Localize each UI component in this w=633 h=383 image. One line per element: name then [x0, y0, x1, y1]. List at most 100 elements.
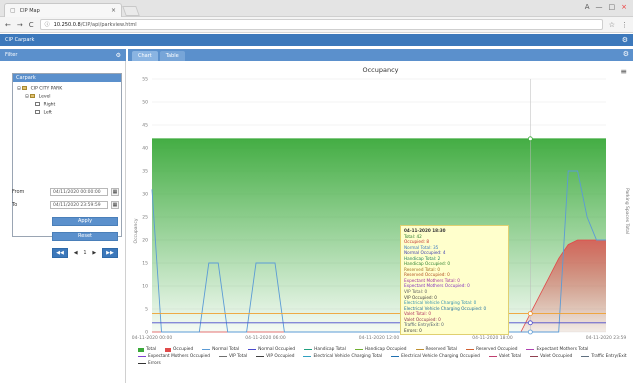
- left-panel: Carpark ⊟ CIP CITY PARK ⊟ Level Right Le…: [0, 61, 126, 383]
- legend-item[interactable]: Handicap Total: [304, 347, 346, 352]
- collapse-icon[interactable]: ⊟: [25, 95, 29, 100]
- legend-item[interactable]: Traffic Entry/Exit: [581, 354, 627, 359]
- y-tick-label: 40: [142, 146, 148, 152]
- reload-icon[interactable]: C: [29, 21, 34, 29]
- url-host: 10.250.0.8: [53, 21, 81, 28]
- hover-marker[interactable]: [527, 136, 533, 142]
- legend-item[interactable]: Electrical Vehicle Charging Total: [303, 354, 382, 359]
- legend-item[interactable]: Errors: [138, 361, 161, 366]
- legend-label: Normal Occupied: [258, 347, 296, 352]
- tree-item-label: Left: [43, 110, 52, 116]
- first-page-button[interactable]: ◀◀: [52, 247, 68, 258]
- address-actions: ☆ ⋮: [609, 21, 628, 29]
- menu-dots-icon[interactable]: ⋮: [621, 21, 628, 29]
- legend-label: Total: [146, 347, 157, 352]
- tree-item-root[interactable]: ⊟ CIP CITY PARK: [17, 86, 62, 92]
- legend-item[interactable]: Valet Occupied: [530, 354, 572, 359]
- legend-item[interactable]: Occupied: [165, 347, 193, 352]
- legend-label: Handicap Occupied: [364, 347, 407, 352]
- y-tick-label: 55: [142, 77, 148, 83]
- page-number: 1: [83, 249, 87, 256]
- tree-item-label: Right: [43, 102, 56, 108]
- legend-item[interactable]: VIP Occupied: [256, 354, 294, 359]
- tab-table[interactable]: Table: [159, 51, 185, 61]
- collapse-icon[interactable]: ⊟: [17, 87, 21, 92]
- legend-swatch: [138, 356, 146, 357]
- legend-item[interactable]: Normal Total: [202, 347, 239, 352]
- legend-item[interactable]: Expectant Mothers Total: [526, 347, 588, 352]
- legend-swatch: [303, 356, 312, 357]
- calendar-icon[interactable]: ▦: [111, 188, 119, 196]
- tree-item-level[interactable]: ⊟ Level: [25, 94, 51, 100]
- y-tick-label: 0: [145, 330, 148, 336]
- y-tick-label: 35: [142, 169, 148, 175]
- back-icon[interactable]: ←: [5, 21, 11, 29]
- to-date-input[interactable]: 04/11/2020 23:59:59: [50, 201, 108, 209]
- browser-tab[interactable]: ▢ CIP Map ×: [4, 3, 122, 17]
- reset-button[interactable]: Reset: [52, 232, 118, 241]
- hover-marker[interactable]: [527, 311, 533, 317]
- tree-header: Carpark: [13, 74, 121, 82]
- legend-swatch: [391, 356, 400, 357]
- legend-label: Errors: [148, 361, 161, 366]
- next-page-button[interactable]: ▶: [92, 250, 96, 256]
- legend-swatch: [465, 349, 474, 350]
- legend-swatch: [138, 347, 144, 352]
- url-field[interactable]: ⓘ 10.250.0.8/CIP/api/parkview.html: [39, 19, 603, 30]
- gear-icon[interactable]: ⚙: [623, 50, 629, 58]
- chart-area: Occupancy ≡ 0 5 10 15 20 25 30 35 40 45 50 55 04-11-…: [128, 61, 633, 383]
- legend-swatch: [256, 356, 265, 357]
- tree-item-right[interactable]: Right: [35, 102, 55, 108]
- calendar-icon[interactable]: ▦: [111, 201, 119, 209]
- settings-icon[interactable]: ⚙: [116, 52, 121, 59]
- legend-label: VIP Occupied: [266, 354, 295, 359]
- legend-item[interactable]: VIP Total: [218, 354, 247, 359]
- legend-swatch: [488, 356, 497, 357]
- prev-page-button[interactable]: ◀: [74, 250, 78, 256]
- y-tick-label: 50: [142, 100, 148, 106]
- hover-marker[interactable]: [527, 329, 533, 335]
- legend-item[interactable]: Normal Occupied: [248, 347, 295, 352]
- to-label: To: [12, 202, 18, 208]
- info-icon[interactable]: ⓘ: [45, 21, 50, 28]
- legend-swatch: [165, 347, 172, 352]
- legend-label: Expectant Mothers Occupied: [148, 354, 210, 359]
- x-tick-label: 04-11-2020 18:00: [472, 335, 513, 341]
- forward-icon[interactable]: →: [17, 21, 23, 29]
- profile-icon[interactable]: A: [585, 3, 590, 11]
- legend-item[interactable]: Handicap Occupied: [354, 347, 407, 352]
- from-date-input[interactable]: 04/11/2020 00:00:00: [50, 188, 108, 196]
- tab-chart[interactable]: Chart: [132, 51, 158, 61]
- new-tab-button[interactable]: [122, 6, 140, 16]
- left-panel-header: Filter ⚙: [0, 49, 126, 61]
- occupancy-chart: 0 5 10 15 20 25 30 35 40 45 50 55 04-11-2020 00:00 04…: [132, 77, 630, 342]
- pager: ◀◀ ◀ 1 ▶ ▶▶: [52, 247, 118, 258]
- close-window-icon[interactable]: ×: [621, 3, 627, 11]
- tree-item-left[interactable]: Left: [35, 110, 52, 116]
- left-panel-title: Filter: [5, 52, 18, 58]
- legend-item[interactable]: Expectant Mothers Occupied: [138, 354, 210, 359]
- maximize-icon[interactable]: □: [609, 3, 616, 11]
- legend-item[interactable]: Valet Total: [488, 354, 521, 359]
- tab-close-icon[interactable]: ×: [111, 7, 116, 14]
- legend-label: Traffic Entry/Exit: [591, 354, 627, 359]
- gear-icon[interactable]: ⚙: [622, 36, 628, 44]
- hover-marker[interactable]: [527, 320, 533, 326]
- chart-tooltip: 04-11-2020 18:30 Total: 42 Occupied: 8 Nor…: [400, 225, 509, 335]
- legend-item[interactable]: Total: [138, 347, 156, 352]
- legend-swatch: [218, 356, 227, 357]
- apply-button[interactable]: Apply: [52, 217, 118, 226]
- url-path: /CIP/api/parkview.html: [80, 21, 137, 28]
- chart-legend: Total Occupied Normal Total Normal Occupied…: [138, 347, 628, 366]
- legend-item[interactable]: Reserved Occupied: [465, 347, 517, 352]
- last-page-button[interactable]: ▶▶: [101, 247, 118, 258]
- bookmark-star-icon[interactable]: ☆: [609, 21, 615, 29]
- legend-item[interactable]: Reserved Total: [415, 347, 457, 352]
- legend-label: Occupied: [173, 347, 194, 352]
- minimize-icon[interactable]: —: [596, 3, 603, 11]
- y-axis-label-right: Parking Spaces Total: [624, 188, 630, 234]
- legend-label: Valet Occupied: [540, 354, 573, 359]
- legend-item[interactable]: Electrical Vehicle Charging Occupied: [391, 354, 480, 359]
- y-tick-label: 15: [142, 261, 148, 267]
- y-tick-label: 10: [142, 284, 148, 290]
